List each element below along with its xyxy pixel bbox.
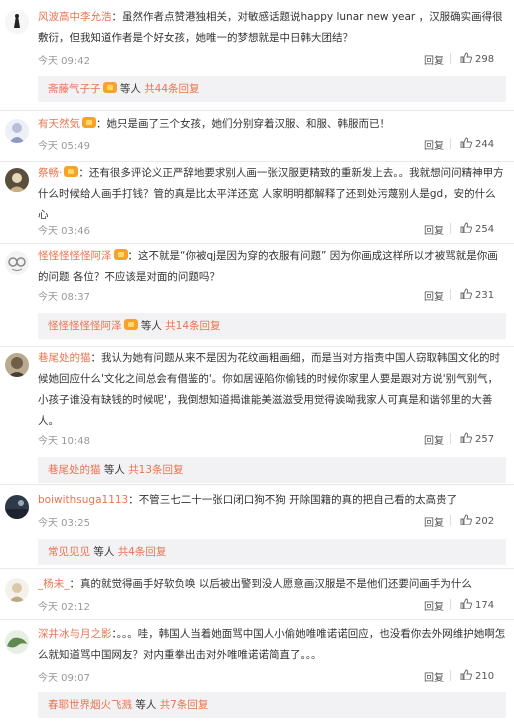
thumb-up-icon: [460, 669, 472, 680]
reply-button[interactable]: 回复: [424, 222, 444, 237]
like-count: 231: [475, 290, 495, 301]
reply-button[interactable]: 回复: [424, 432, 444, 447]
comment-username[interactable]: 祭畅·: [38, 167, 62, 179]
vip-badge-icon: [113, 249, 128, 260]
like-button[interactable]: 257: [460, 432, 506, 445]
comment-text: 有天然気 ：她只是画了三个女孩，她们分别穿着汉服、和服、韩服而已！: [38, 117, 390, 130]
comment-time: 今天 03:46: [38, 226, 90, 237]
comment-username[interactable]: _杨未_: [38, 578, 70, 590]
divider: [450, 433, 451, 444]
comment-item: 风波高中李允浩：虽然作者点赞港独相关，对敏感话题说happy lunar new…: [0, 0, 514, 111]
thumb-up-icon: [460, 288, 472, 299]
like-button[interactable]: 202: [460, 514, 506, 527]
comment-time: 今天 09:42: [38, 56, 90, 67]
more-replies-link[interactable]: 斋藤气子子 等人 共44条回复: [38, 76, 506, 102]
like-count: 298: [475, 54, 495, 65]
like-count: 244: [475, 139, 495, 150]
comment-time: 今天 02:12: [38, 602, 90, 613]
comment-text: 怪怪怪怪怪阿泽 ：这不就是“你被qj是因为穿的衣服有问题” 因为你画成这样所以才被…: [38, 249, 498, 283]
divider: [450, 53, 451, 64]
thumb-up-icon: [460, 222, 472, 233]
comment-item: 祭畅· ：还有很多评论义正严辞地要求别人画一张汉服更精致的重新发上去。。我就想问问…: [0, 162, 514, 244]
like-count: 202: [475, 516, 495, 527]
comment-item: 深井冰与月之影：。。。哇，韩国人当着她面骂中国人小偷她唯唯诺诺回应，也没看你去外…: [0, 620, 514, 724]
vip-badge-icon: [82, 117, 96, 128]
comment-text: 风波高中李允浩：虽然作者点赞港独相关，对敏感话题说happy lunar new…: [38, 11, 503, 44]
comment-time: 今天 05:49: [38, 141, 90, 152]
like-button[interactable]: 210: [460, 669, 506, 682]
comment-text: 巷尾处的猫：我认为她有问题从来不是因为花纹画粗画细，而是当对方指责中国人窃取韩国…: [38, 352, 500, 427]
like-count: 254: [475, 224, 495, 235]
more-replies-link[interactable]: 春耶世界烟火飞溅 等人 共7条回复: [38, 692, 506, 718]
reply-button[interactable]: 回复: [424, 514, 444, 529]
comment-username[interactable]: 深井冰与月之影: [38, 628, 112, 640]
vip-badge-icon: [64, 166, 79, 177]
comment-username[interactable]: boiwithsuga1113: [38, 494, 128, 506]
avatar[interactable]: [5, 353, 29, 377]
divider: [450, 138, 451, 149]
like-button[interactable]: 174: [460, 598, 506, 611]
comment-text: _杨未_：真的就觉得画手好软负唤 以后被出警到没人愿意画汉服是不是他们还要问画手…: [38, 578, 472, 590]
thumb-up-icon: [460, 52, 472, 63]
comment-text: boiwithsuga1113：不管三七二十一张口闭口狗不狗 开除国籍的真的把自…: [38, 494, 458, 506]
reply-button[interactable]: 回复: [424, 52, 444, 67]
comment-time: 今天 10:48: [38, 436, 90, 447]
comment-text: 深井冰与月之影：。。。哇，韩国人当着她面骂中国人小偷她唯唯诺诺回应，也没看你去外…: [38, 628, 506, 661]
reply-button[interactable]: 回复: [424, 598, 444, 613]
thumb-up-icon: [460, 514, 472, 525]
divider: [450, 223, 451, 234]
like-count: 174: [475, 600, 495, 611]
comment-username[interactable]: 巷尾处的猫: [38, 352, 91, 364]
divider: [450, 670, 451, 681]
comment-username[interactable]: 有天然気: [38, 118, 80, 130]
avatar[interactable]: [5, 630, 29, 654]
like-count: 210: [475, 671, 495, 682]
avatar[interactable]: [5, 251, 29, 275]
thumb-up-icon: [460, 432, 472, 443]
divider: [450, 599, 451, 610]
more-replies-link[interactable]: 巷尾处的猫 等人 共13条回复: [38, 457, 506, 483]
comment-username[interactable]: 怪怪怪怪怪阿泽: [38, 250, 112, 262]
comment-username[interactable]: 风波高中李允浩: [38, 11, 112, 23]
avatar[interactable]: [5, 168, 29, 192]
like-button[interactable]: 254: [460, 222, 506, 235]
comment-time: 今天 09:07: [38, 673, 90, 684]
more-replies-link[interactable]: 怪怪怪怪怪阿泽 等人 共14条回复: [38, 313, 506, 339]
comment-time: 今天 03:25: [38, 518, 90, 529]
comment-item: 有天然気 ：她只是画了三个女孩，她们分别穿着汉服、和服、韩服而已！ 今天 05:4…: [0, 111, 514, 162]
more-replies-link[interactable]: 常见见见 等人 共4条回复: [38, 539, 506, 565]
like-button[interactable]: 298: [460, 52, 506, 65]
comment-time: 今天 08:37: [38, 292, 90, 303]
comment-text: 祭畅· ：还有很多评论义正严辞地要求别人画一张汉服更精致的重新发上去。。我就想问问…: [38, 166, 504, 221]
comment-item: 怪怪怪怪怪阿泽 ：这不就是“你被qj是因为穿的衣服有问题” 因为你画成这样所以才被…: [0, 244, 514, 347]
divider: [450, 289, 451, 300]
thumb-up-icon: [460, 137, 472, 148]
comment-item: boiwithsuga1113：不管三七二十一张口闭口狗不狗 开除国籍的真的把自…: [0, 485, 514, 569]
divider: [450, 515, 451, 526]
like-button[interactable]: 244: [460, 137, 506, 150]
avatar[interactable]: [5, 495, 29, 519]
comment-item: 巷尾处的猫：我认为她有问题从来不是因为花纹画粗画细，而是当对方指责中国人窃取韩国…: [0, 347, 514, 485]
reply-button[interactable]: 回复: [424, 288, 444, 303]
thumb-up-icon: [460, 598, 472, 609]
reply-button[interactable]: 回复: [424, 137, 444, 152]
avatar[interactable]: [5, 10, 29, 34]
like-count: 257: [475, 434, 495, 445]
comment-item: _杨未_：真的就觉得画手好软负唤 以后被出警到没人愿意画汉服是不是他们还要问画手…: [0, 569, 514, 620]
avatar[interactable]: [5, 119, 29, 143]
avatar[interactable]: [5, 578, 29, 602]
like-button[interactable]: 231: [460, 288, 506, 301]
vip-badge-icon: [123, 319, 138, 330]
vip-badge-icon: [102, 82, 117, 93]
reply-button[interactable]: 回复: [424, 669, 444, 684]
